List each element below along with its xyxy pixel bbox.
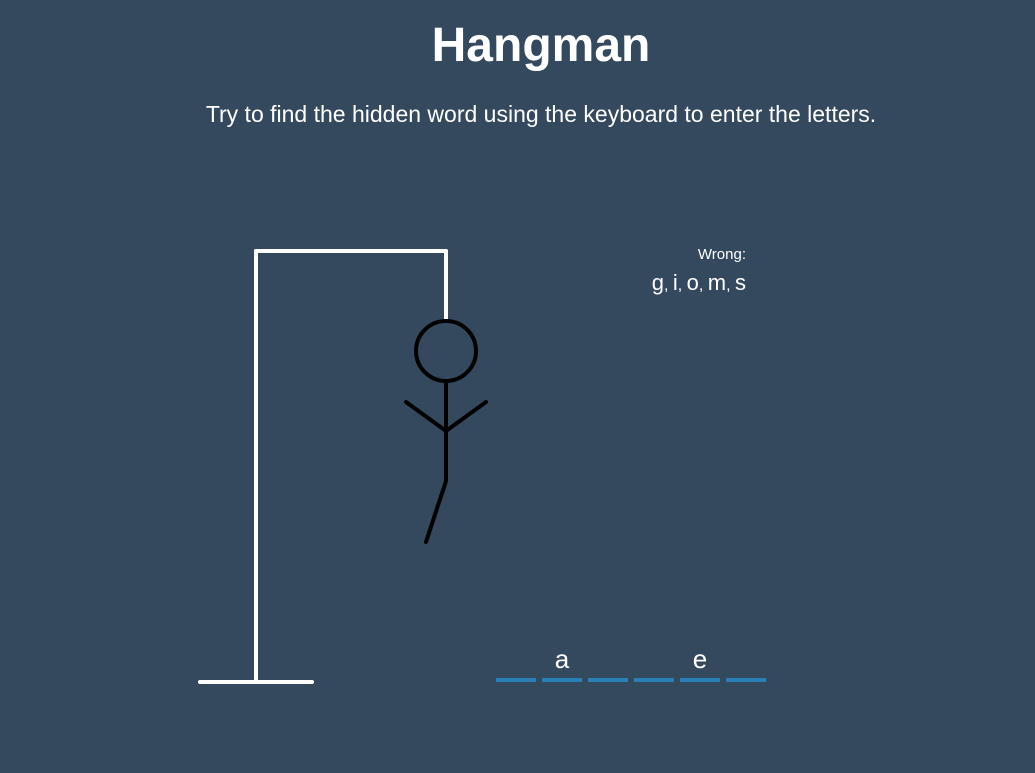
wrong-letter: o (686, 270, 699, 295)
letter-separator: , (698, 277, 708, 294)
letter-separator: , (726, 277, 735, 294)
letter-slot: a (542, 640, 582, 682)
wrong-letter: g (651, 270, 664, 295)
wrong-letters-panel: Wrong: g, i, o, m, s (652, 245, 746, 300)
wrong-label: Wrong: (697, 246, 746, 263)
game-container: Hangman Try to find the hidden word usin… (0, 0, 1035, 773)
figure-head (414, 319, 478, 383)
hidden-word: ae (496, 640, 766, 682)
letter-slot (588, 640, 628, 682)
letter-separator: , (677, 277, 687, 294)
wrong-letters-list: g, i, o, m, s (652, 269, 746, 300)
figure-left-leg (424, 479, 448, 544)
letter-separator: , (663, 277, 673, 294)
wrong-letter: s (735, 270, 746, 295)
wrong-letter: m (707, 270, 727, 295)
figure-left-arm (404, 400, 448, 433)
letter-slot: e (680, 640, 720, 682)
letter-slot (496, 640, 536, 682)
letter-slot (726, 640, 766, 682)
letter-slot (634, 640, 674, 682)
figure-right-arm (444, 400, 488, 433)
